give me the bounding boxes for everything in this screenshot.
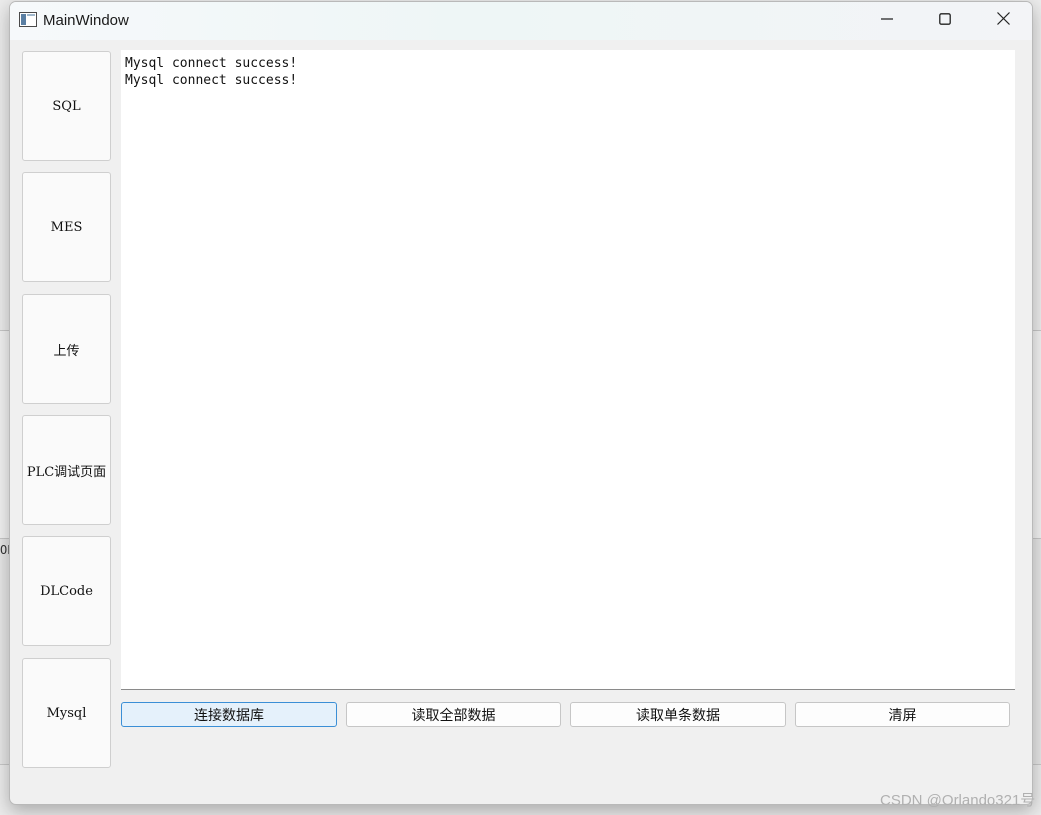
log-output[interactable]: Mysql connect success! Mysql connect succ… bbox=[121, 50, 1015, 690]
sidebar-item-mes[interactable]: MES bbox=[22, 172, 111, 282]
sidebar-item-sql[interactable]: SQL bbox=[22, 51, 111, 161]
app-window-icon bbox=[19, 12, 37, 27]
close-icon bbox=[996, 12, 1010, 30]
read-single-data-button[interactable]: 读取单条数据 bbox=[570, 702, 786, 727]
window-title: MainWindow bbox=[43, 12, 129, 29]
close-button[interactable] bbox=[974, 2, 1032, 40]
main-window: MainWindow SQL MES 上传 PLC调试页面 DLCode Mys… bbox=[9, 1, 1033, 805]
connect-database-button[interactable]: 连接数据库 bbox=[121, 702, 337, 727]
read-all-data-button[interactable]: 读取全部数据 bbox=[346, 702, 561, 727]
maximize-button[interactable] bbox=[916, 2, 974, 40]
sidebar-item-dlcode[interactable]: DLCode bbox=[22, 536, 111, 646]
minimize-button[interactable] bbox=[858, 2, 916, 40]
title-bar[interactable]: MainWindow bbox=[10, 2, 1032, 40]
log-line: Mysql connect success! bbox=[125, 56, 298, 71]
minimize-icon bbox=[881, 12, 893, 30]
watermark: CSDN @Orlando321号 bbox=[880, 792, 1036, 809]
log-line: Mysql connect success! bbox=[125, 73, 298, 88]
clear-screen-button[interactable]: 清屏 bbox=[795, 702, 1010, 727]
maximize-icon bbox=[939, 12, 951, 30]
sidebar-item-upload[interactable]: 上传 bbox=[22, 294, 111, 404]
sidebar-item-mysql[interactable]: Mysql bbox=[22, 658, 111, 768]
sidebar-item-plc-debug[interactable]: PLC调试页面 bbox=[22, 415, 111, 525]
